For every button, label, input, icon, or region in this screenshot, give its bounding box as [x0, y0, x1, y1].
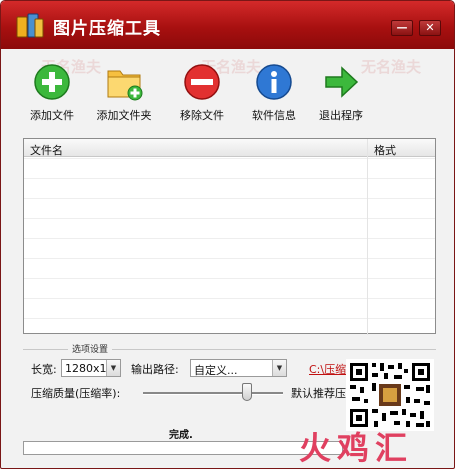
options-group-title: 选项设置: [68, 342, 113, 355]
close-icon: ✕: [425, 21, 435, 34]
minimize-icon: —: [396, 21, 408, 34]
column-header-filename[interactable]: 文件名: [30, 142, 63, 158]
add-icon: [34, 64, 70, 100]
exit-program-label: 退出程序: [319, 109, 363, 122]
qr-code: [346, 359, 434, 431]
output-path-select[interactable]: 自定义... ▼: [190, 359, 287, 377]
app-icon: [16, 13, 44, 38]
brand-watermark: 火鸡汇: [299, 429, 414, 467]
output-path-select-value: 自定义...: [194, 364, 238, 377]
add-file-label: 添加文件: [30, 109, 74, 122]
quality-slider-thumb[interactable]: [241, 383, 252, 401]
remove-file-button[interactable]: 移除文件: [163, 63, 241, 123]
chevron-down-icon: ▼: [106, 360, 120, 376]
title-bar[interactable]: 图片压缩工具 — ✕: [1, 1, 454, 49]
info-icon: [256, 64, 292, 100]
add-folder-button[interactable]: 添加文件夹: [85, 63, 163, 123]
add-folder-label: 添加文件夹: [96, 109, 152, 122]
exit-program-button[interactable]: 退出程序: [302, 63, 380, 123]
file-list[interactable]: 文件名 格式: [23, 138, 436, 335]
progress-bar: [23, 441, 343, 455]
exit-arrow-icon: [325, 66, 359, 98]
remove-icon: [184, 64, 220, 100]
status-text: 完成.: [169, 430, 193, 441]
remove-file-label: 移除文件: [180, 109, 224, 122]
default-recommend-label: 默认推荐压: [291, 387, 346, 400]
column-header-format[interactable]: 格式: [374, 142, 396, 158]
output-path-link[interactable]: C:\压缩: [309, 361, 346, 377]
add-file-button[interactable]: 添加文件: [13, 63, 91, 123]
minimize-button[interactable]: —: [391, 20, 413, 36]
chevron-down-icon: ▼: [272, 360, 286, 376]
size-label: 长宽:: [31, 363, 57, 376]
close-button[interactable]: ✕: [419, 20, 441, 36]
column-divider: [367, 139, 368, 335]
size-select-value: 1280x1: [65, 362, 107, 375]
quality-label: 压缩质量(压缩率):: [31, 387, 121, 400]
file-list-header: 文件名 格式: [24, 139, 435, 157]
size-select[interactable]: 1280x1 ▼: [61, 359, 121, 377]
window-title: 图片压缩工具: [53, 19, 161, 39]
output-path-label: 输出路径:: [131, 363, 179, 376]
add-folder-icon: [107, 70, 143, 101]
quality-slider[interactable]: [143, 392, 283, 395]
app-window: 图片压缩工具 — ✕ 无名渔夫 无名渔夫 无名渔夫 无名渔夫 无名渔夫 无名渔夫…: [0, 0, 455, 469]
